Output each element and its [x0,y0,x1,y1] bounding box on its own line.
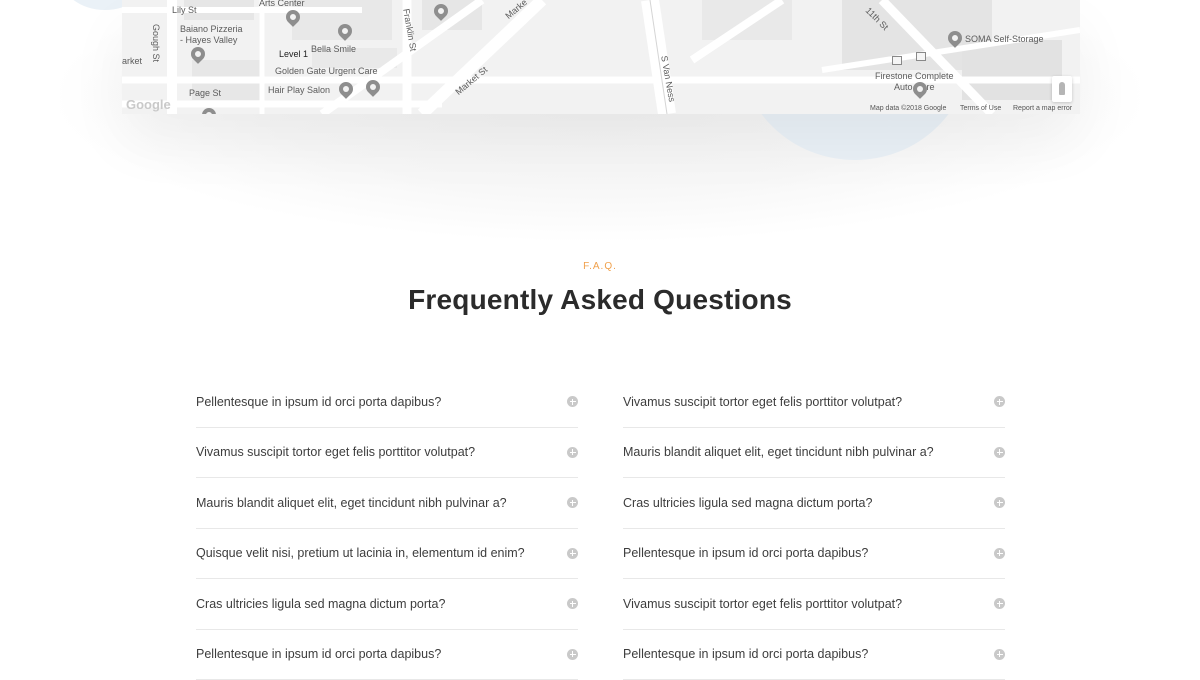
faq-eyebrow: F.A.Q. [0,261,1200,272]
faq-question: Cras ultricies ligula sed magna dictum p… [196,597,445,611]
map-label-arts-center: Arts Center [259,0,305,8]
map-data-attribution: Map data ©2018 Google [870,105,946,112]
street-view-pegman-icon[interactable] [1052,76,1072,102]
faq-question: Mauris blandit aliquet elit, eget tincid… [196,496,507,510]
plus-circle-icon[interactable] [567,548,578,559]
google-logo: Google [126,98,171,111]
plus-circle-icon[interactable] [994,649,1005,660]
plus-circle-icon[interactable] [567,396,578,407]
faq-question: Vivamus suscipit tortor eget felis portt… [623,597,902,611]
faq-question: Pellentesque in ipsum id orci porta dapi… [623,647,868,661]
plus-circle-icon[interactable] [994,497,1005,508]
faq-question: Mauris blandit aliquet elit, eget tincid… [623,445,934,459]
faq-title: Frequently Asked Questions [0,284,1200,316]
faq-item[interactable]: Pellentesque in ipsum id orci porta dapi… [196,377,578,428]
transit-icon [916,52,926,61]
faq-question: Cras ultricies ligula sed magna dictum p… [623,496,872,510]
faq-question: Quisque velit nisi, pretium ut lacinia i… [196,546,525,560]
map-label-lily-st: Lily St [172,6,197,15]
faq-question: Pellentesque in ipsum id orci porta dapi… [196,647,441,661]
map-label-market-left: arket [122,57,142,66]
plus-circle-icon[interactable] [994,548,1005,559]
plus-circle-icon[interactable] [567,497,578,508]
map-label-hair-play: Hair Play Salon [268,86,330,95]
map-label-gough-st: Gough St [151,24,160,62]
faq-item[interactable]: Vivamus suscipit tortor eget felis portt… [196,428,578,479]
faq-item[interactable]: Pellentesque in ipsum id orci porta dapi… [623,630,1005,680]
map-report-link[interactable]: Report a map error [1013,105,1072,112]
faq-item[interactable]: Mauris blandit aliquet elit, eget tincid… [623,428,1005,479]
faq-question: Vivamus suscipit tortor eget felis portt… [623,395,902,409]
map-terms-link[interactable]: Terms of Use [960,105,1001,112]
transit-icon [892,56,902,65]
map-label-level1: Level 1 [279,50,308,59]
plus-circle-icon[interactable] [994,396,1005,407]
location-map[interactable]: Lily St Arts Center Gough St Baiano Pizz… [122,0,1080,114]
plus-circle-icon[interactable] [567,447,578,458]
map-label-soma: SOMA Self-Storage [965,35,1044,44]
plus-circle-icon[interactable] [994,598,1005,609]
faq-item[interactable]: Vivamus suscipit tortor eget felis portt… [623,377,1005,428]
map-label-bella-smile: Bella Smile [311,45,356,54]
faq-item[interactable]: Cras ultricies ligula sed magna dictum p… [196,579,578,630]
plus-circle-icon[interactable] [567,598,578,609]
faq-item[interactable]: Pellentesque in ipsum id orci porta dapi… [623,529,1005,580]
map-label-page-st: Page St [189,89,221,98]
faq-question: Vivamus suscipit tortor eget felis portt… [196,445,475,459]
faq-item[interactable]: Cras ultricies ligula sed magna dictum p… [623,478,1005,529]
map-streets [122,0,1080,114]
faq-question: Pellentesque in ipsum id orci porta dapi… [196,395,441,409]
faq-item[interactable]: Mauris blandit aliquet elit, eget tincid… [196,478,578,529]
map-label-baiano: Baiano Pizzeria - Hayes Valley [180,24,243,46]
faq-question: Pellentesque in ipsum id orci porta dapi… [623,546,868,560]
plus-circle-icon[interactable] [994,447,1005,458]
faq-column-right: Vivamus suscipit tortor eget felis portt… [623,377,1005,680]
map-label-golden-gate: Golden Gate Urgent Care [275,67,378,76]
plus-circle-icon[interactable] [567,649,578,660]
faq-item[interactable]: Quisque velit nisi, pretium ut lacinia i… [196,529,578,580]
faq-column-left: Pellentesque in ipsum id orci porta dapi… [196,377,578,680]
faq-item[interactable]: Vivamus suscipit tortor eget felis portt… [623,579,1005,630]
faq-item[interactable]: Pellentesque in ipsum id orci porta dapi… [196,630,578,680]
